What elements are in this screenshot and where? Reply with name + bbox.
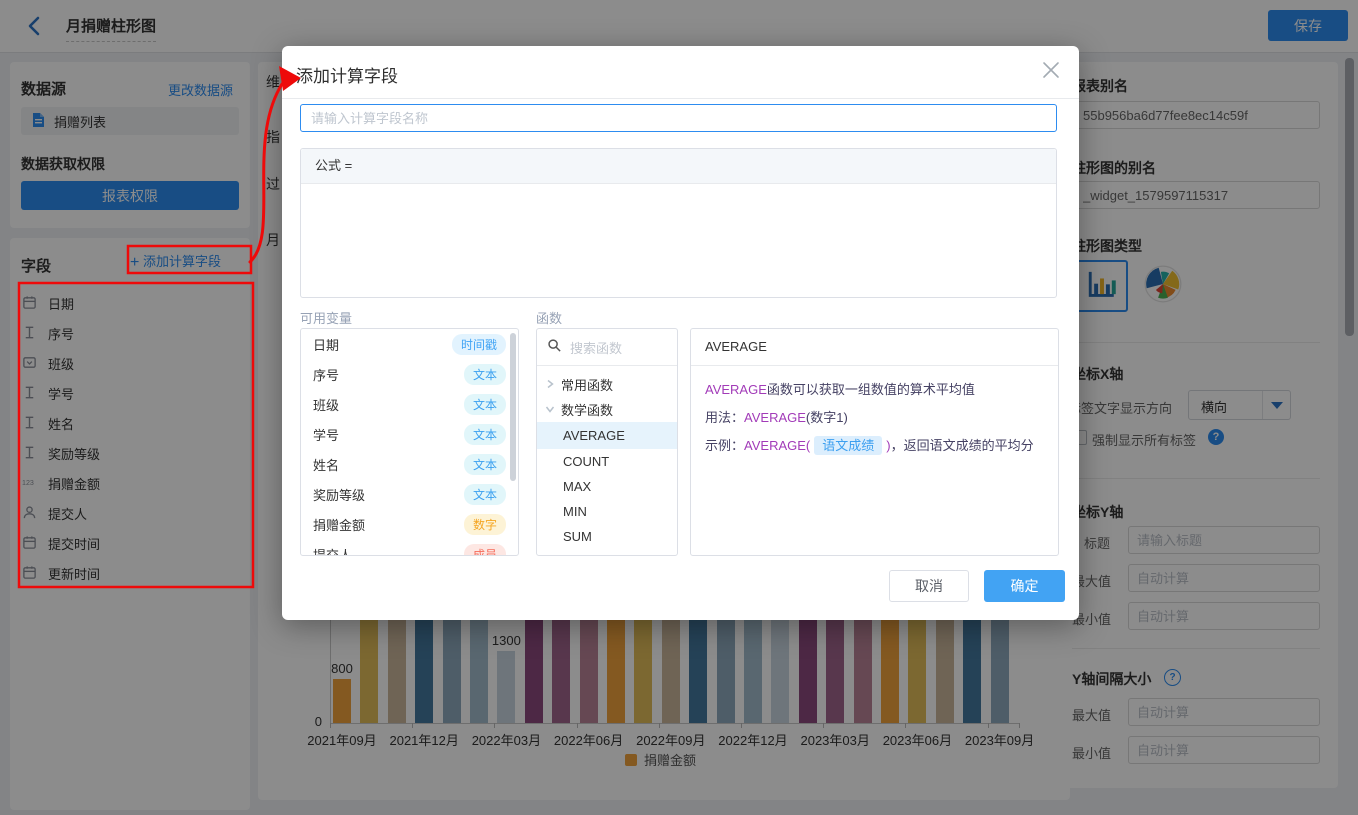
function-group-label: 常用函数 <box>561 375 613 394</box>
chevron-down-icon <box>545 402 555 417</box>
function-group[interactable]: 数学函数 <box>537 397 677 422</box>
detail-text: AVERAGE <box>744 410 806 425</box>
detail-text: AVERAGE <box>705 382 767 397</box>
variable-name: 捐赠金额 <box>313 515 365 534</box>
formula-label: 公式 = <box>301 149 1056 184</box>
search-icon <box>547 338 562 356</box>
variable-item[interactable]: 提交人 成员 <box>301 539 518 556</box>
detail-text: 示例： <box>705 438 744 453</box>
variables-list: 日期时间戳序号文本班级文本学号文本姓名文本奖励等级文本捐赠金额数字提交人成员 <box>300 328 519 556</box>
variable-item[interactable]: 班级 文本 <box>301 389 518 419</box>
variable-type-badge: 文本 <box>464 394 506 415</box>
field-chip: 语文成绩 <box>814 436 882 455</box>
variable-item[interactable]: 姓名 文本 <box>301 449 518 479</box>
add-calc-field-dialog: 添加计算字段 公式 = 可用变量 日期时间戳序号文本班级文本学号文本姓名文本奖励… <box>282 46 1079 620</box>
close-icon[interactable] <box>1041 60 1063 82</box>
detail-text: 用法： <box>705 410 744 425</box>
variable-type-badge: 文本 <box>464 364 506 385</box>
function-detail-body: AVERAGE函数可以获取一组数值的算术平均值用法：AVERAGE(数字1)示例… <box>691 366 1058 470</box>
function-detail-line: 用法：AVERAGE(数字1) <box>705 404 1044 432</box>
variable-item[interactable]: 奖励等级 文本 <box>301 479 518 509</box>
function-group-label: 数学函数 <box>561 400 613 419</box>
variable-type-badge: 成员 <box>464 544 506 557</box>
calc-field-name-input[interactable] <box>300 104 1057 132</box>
function-tree: 常用函数数学函数 AVERAGECOUNTMAXMINSUM <box>537 366 677 549</box>
function-search[interactable]: 搜索函数 <box>537 329 677 366</box>
variables-title: 可用变量 <box>300 308 352 327</box>
variable-name: 提交人 <box>313 545 352 557</box>
divider <box>282 98 1079 99</box>
detail-text: 函数可以获取一组数值的算术平均值 <box>767 382 975 397</box>
variable-name: 日期 <box>313 335 339 354</box>
function-detail-header: AVERAGE <box>691 329 1058 366</box>
function-detail-line: AVERAGE函数可以获取一组数值的算术平均值 <box>705 376 1044 404</box>
variable-item[interactable]: 日期 时间戳 <box>301 329 518 359</box>
variable-name: 姓名 <box>313 455 339 474</box>
variable-item[interactable]: 捐赠金额 数字 <box>301 509 518 539</box>
function-item[interactable]: COUNT <box>537 449 677 474</box>
variable-item[interactable]: 学号 文本 <box>301 419 518 449</box>
variable-name: 学号 <box>313 425 339 444</box>
app-root: 月捐赠柱形图 保存 数据源 更改数据源 捐赠列表 数据获取权限 报表权限 字段 … <box>0 0 1358 815</box>
function-item[interactable]: AVERAGE <box>537 422 677 449</box>
functions-title: 函数 <box>536 308 562 327</box>
variable-name: 序号 <box>313 365 339 384</box>
variable-name: 班级 <box>313 395 339 414</box>
function-group[interactable]: 常用函数 <box>537 372 677 397</box>
detail-text: ，返回语文成绩的平均分 <box>891 438 1034 453</box>
detail-text: AVERAGE( <box>744 438 810 453</box>
cancel-button[interactable]: 取消 <box>889 570 969 602</box>
variable-type-badge: 文本 <box>464 484 506 505</box>
functions-panel: 搜索函数 常用函数数学函数 AVERAGECOUNTMAXMINSUM <box>536 328 678 556</box>
function-search-placeholder: 搜索函数 <box>570 338 622 357</box>
function-item[interactable]: MIN <box>537 499 677 524</box>
function-item[interactable]: MAX <box>537 474 677 499</box>
detail-text: (数字1) <box>806 410 848 425</box>
function-item[interactable]: SUM <box>537 524 677 549</box>
function-detail-line: 示例：AVERAGE(语文成绩)，返回语文成绩的平均分 <box>705 432 1044 460</box>
function-detail-panel: AVERAGE AVERAGE函数可以获取一组数值的算术平均值用法：AVERAG… <box>690 328 1059 556</box>
variable-name: 奖励等级 <box>313 485 365 504</box>
confirm-button[interactable]: 确定 <box>984 570 1065 602</box>
chevron-right-icon <box>545 377 555 392</box>
variable-type-badge: 时间戳 <box>452 334 506 355</box>
variable-item[interactable]: 序号 文本 <box>301 359 518 389</box>
dialog-title: 添加计算字段 <box>296 62 398 87</box>
variable-type-badge: 数字 <box>464 514 506 535</box>
variable-type-badge: 文本 <box>464 424 506 445</box>
formula-editor[interactable]: 公式 = <box>300 148 1057 298</box>
variables-scrollbar[interactable] <box>510 333 516 481</box>
variable-type-badge: 文本 <box>464 454 506 475</box>
